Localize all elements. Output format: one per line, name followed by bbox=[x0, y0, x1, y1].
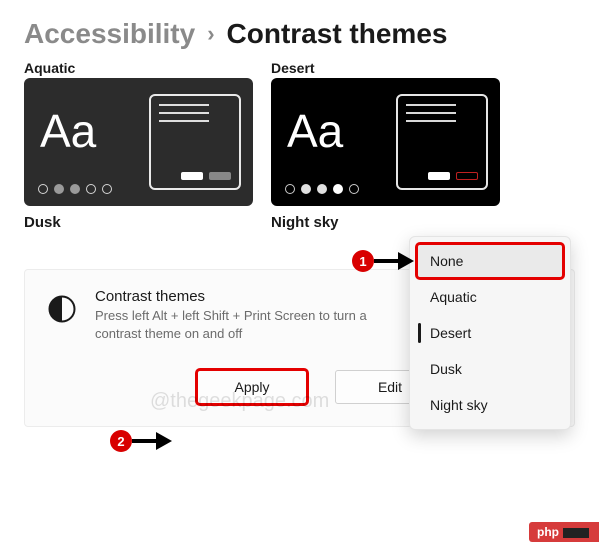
arrow-right-icon bbox=[398, 252, 414, 270]
window-preview-icon bbox=[149, 94, 241, 190]
annotation-badge-icon: 2 bbox=[110, 430, 132, 452]
dropdown-item-none[interactable]: None bbox=[416, 243, 564, 279]
sample-text: Aa bbox=[287, 104, 343, 158]
breadcrumb-current: Contrast themes bbox=[227, 18, 448, 50]
theme-tile-dusk[interactable]: Aa bbox=[24, 78, 253, 206]
footer-badge: php bbox=[529, 522, 599, 542]
color-dots-icon bbox=[285, 184, 359, 194]
tile-label-desert: Desert bbox=[271, 60, 500, 76]
window-preview-icon bbox=[396, 94, 488, 190]
card-title: Contrast themes bbox=[95, 288, 415, 305]
tile-label-dusk: Dusk bbox=[24, 214, 253, 231]
dropdown-item-dusk[interactable]: Dusk bbox=[416, 351, 564, 387]
card-subtitle: Press left Alt + left Shift + Print Scre… bbox=[95, 307, 415, 342]
footer-badge-label: php bbox=[537, 525, 559, 539]
dropdown-item-desert[interactable]: Desert bbox=[416, 315, 564, 351]
chevron-right-icon: › bbox=[207, 21, 214, 47]
annotation-step-2: 2 bbox=[110, 430, 172, 452]
sample-text: Aa bbox=[40, 104, 96, 158]
theme-dropdown[interactable]: None Aquatic Desert Dusk Night sky bbox=[409, 236, 571, 430]
breadcrumb-parent[interactable]: Accessibility bbox=[24, 18, 195, 50]
arrow-right-icon bbox=[156, 432, 172, 450]
dropdown-item-aquatic[interactable]: Aquatic bbox=[416, 279, 564, 315]
annotation-badge-icon: 1 bbox=[352, 250, 374, 272]
contrast-half-circle-icon bbox=[47, 294, 77, 324]
breadcrumb: Accessibility › Contrast themes bbox=[0, 0, 599, 60]
tile-label-aquatic: Aquatic bbox=[24, 60, 253, 76]
annotation-step-1: 1 bbox=[352, 250, 414, 272]
tile-label-night-sky: Night sky bbox=[271, 214, 500, 231]
watermark-text: @thegeekpage.com bbox=[150, 390, 329, 413]
dropdown-item-night-sky[interactable]: Night sky bbox=[416, 387, 564, 423]
theme-tiles: Aquatic Aa Dusk Desert Aa Night sky bbox=[0, 60, 599, 231]
theme-tile-night-sky[interactable]: Aa bbox=[271, 78, 500, 206]
color-dots-icon bbox=[38, 184, 112, 194]
